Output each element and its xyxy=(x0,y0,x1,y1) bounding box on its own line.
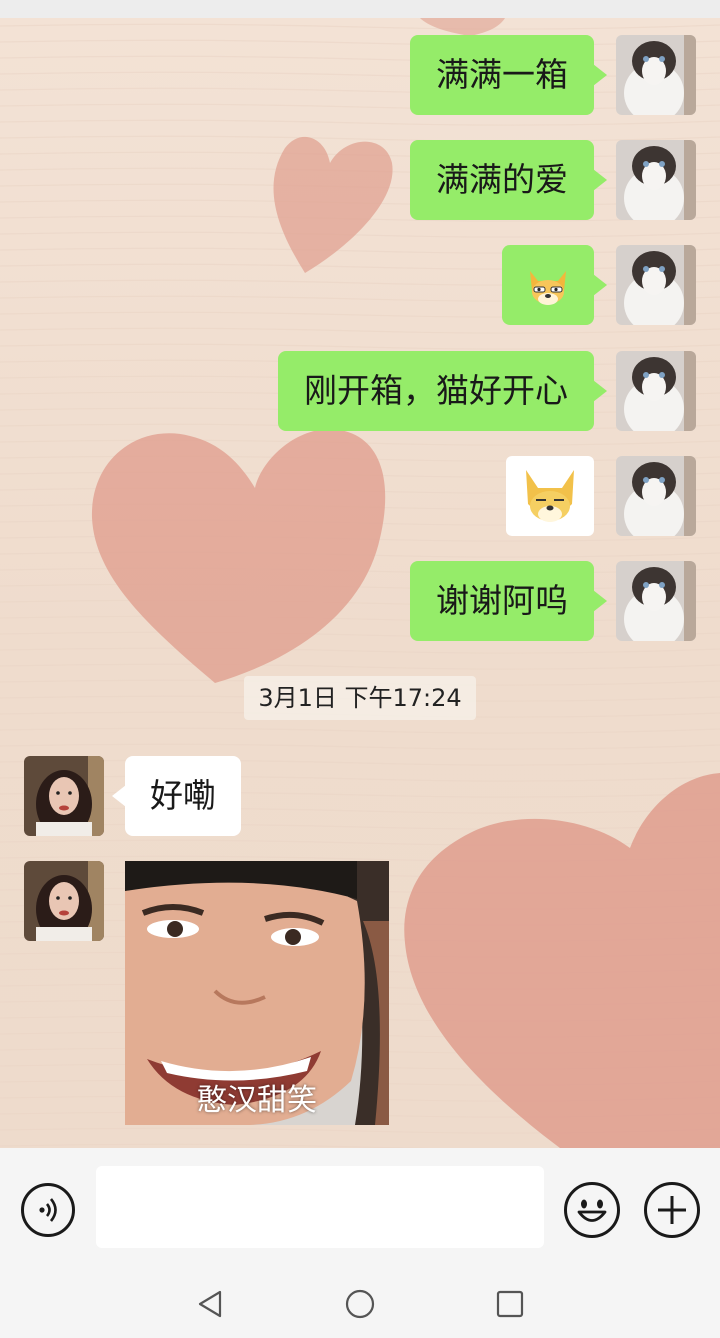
my-avatar[interactable] xyxy=(616,561,696,641)
emoji-icon xyxy=(577,1199,607,1222)
chat-area[interactable]: 满满一箱 满满的爱 刚开箱，猫好开心 谢谢阿呜 3月1日 下午17:24 好嘞 … xyxy=(0,18,720,1148)
home-icon[interactable] xyxy=(340,1284,380,1324)
image-message-in[interactable]: 憨汉甜笑 xyxy=(125,861,389,1125)
message-bubble-out[interactable]: 谢谢阿呜 xyxy=(410,561,607,641)
contact-avatar[interactable] xyxy=(24,756,104,836)
plus-icon xyxy=(658,1196,686,1224)
contact-avatar[interactable] xyxy=(24,861,104,941)
message-bubble-out[interactable]: 满满的爱 xyxy=(410,140,607,220)
doge-emoji-icon xyxy=(530,271,566,305)
recent-apps-icon[interactable] xyxy=(490,1284,530,1324)
my-avatar[interactable] xyxy=(616,35,696,115)
my-avatar[interactable] xyxy=(616,351,696,431)
message-bubble-out[interactable] xyxy=(502,245,607,325)
system-nav-bar xyxy=(0,1274,720,1338)
message-bubble-out[interactable]: 刚开箱，猫好开心 xyxy=(278,351,607,431)
voice-icon xyxy=(39,1198,57,1222)
input-bar xyxy=(0,1148,720,1274)
status-strip xyxy=(0,0,720,18)
message-bubble-in[interactable]: 好嘞 xyxy=(112,756,241,836)
message-bubble-out[interactable]: 满满一箱 xyxy=(410,35,607,115)
more-button[interactable] xyxy=(644,1182,700,1238)
message-timestamp: 3月1日 下午17:24 xyxy=(244,676,476,720)
my-avatar[interactable] xyxy=(616,140,696,220)
voice-button[interactable] xyxy=(21,1183,75,1237)
my-avatar[interactable] xyxy=(616,456,696,536)
cartoon-dog-icon xyxy=(526,470,574,522)
message-input[interactable] xyxy=(96,1166,544,1248)
image-caption: 憨汉甜笑 xyxy=(197,1083,317,1118)
back-icon[interactable] xyxy=(190,1284,230,1324)
emoji-button[interactable] xyxy=(564,1182,620,1238)
my-avatar[interactable] xyxy=(616,245,696,325)
sticker-message-out[interactable] xyxy=(506,456,594,536)
